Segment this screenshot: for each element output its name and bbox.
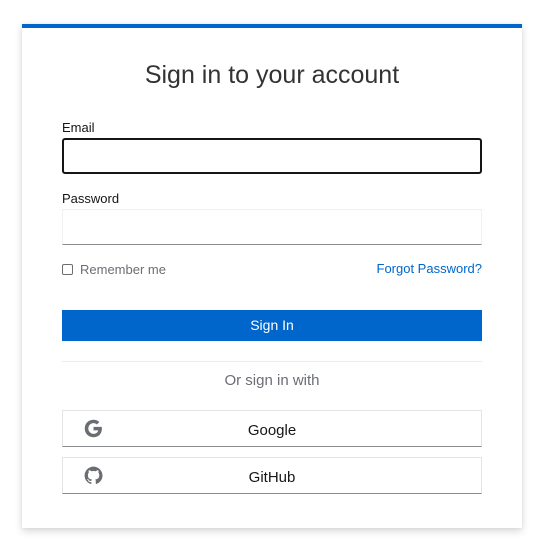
email-input[interactable]	[62, 138, 482, 174]
google-sign-in-button[interactable]: Google	[62, 410, 482, 447]
forgot-password-link[interactable]: Forgot Password?	[377, 261, 483, 277]
email-label: Email	[62, 120, 95, 135]
sign-in-button[interactable]: Sign In	[62, 310, 482, 341]
divider	[62, 361, 482, 362]
remember-me-label: Remember me	[80, 262, 166, 277]
github-label: GitHub	[248, 469, 296, 486]
social-heading: Or sign in with	[224, 372, 320, 389]
page-title: Sign in to your account	[144, 61, 400, 89]
login-card: Sign in to your account Email Password R…	[22, 24, 522, 528]
github-sign-in-button[interactable]: GitHub	[62, 457, 482, 494]
google-label: Google	[247, 422, 297, 439]
password-input[interactable]	[62, 209, 482, 245]
remember-me[interactable]: Remember me	[62, 262, 166, 277]
password-label: Password	[62, 191, 120, 206]
remember-me-checkbox[interactable]	[62, 264, 73, 275]
